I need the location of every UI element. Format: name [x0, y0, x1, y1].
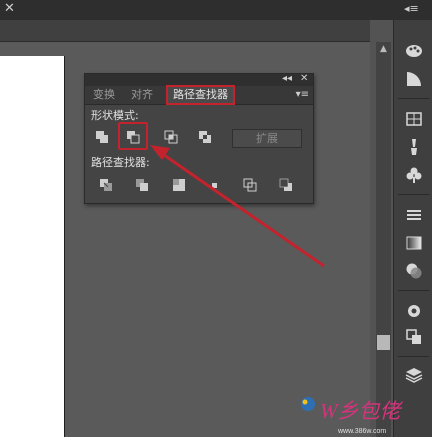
expand-button[interactable]: 扩展 [232, 129, 302, 148]
dock-divider [398, 356, 429, 357]
swatches-icon[interactable] [403, 108, 425, 130]
scroll-thumb[interactable] [377, 335, 390, 350]
document-tab-strip [0, 20, 370, 42]
collapse-icon[interactable]: ◂◂ [282, 73, 292, 85]
intersect-button[interactable] [162, 128, 182, 146]
panel-tab-row: 变换 对齐 路径查找器 ▾≡ [85, 85, 313, 105]
close-icon[interactable]: ✕ [4, 1, 15, 16]
appearance-icon[interactable] [403, 300, 425, 322]
merge-button[interactable] [170, 176, 190, 194]
application-bar: ✕ ◂≡ [0, 0, 432, 20]
exclude-icon [199, 131, 211, 143]
artboard[interactable] [0, 56, 65, 437]
trim-button[interactable] [133, 176, 153, 194]
watermark-url: www.386w.com [337, 428, 386, 435]
crop-button[interactable] [205, 176, 225, 194]
outline-icon [243, 178, 257, 192]
crop-icon [212, 183, 217, 188]
minus-back-button[interactable] [277, 176, 297, 194]
pathfinder-panel: ◂◂ ✕ 变换 对齐 路径查找器 ▾≡ 形状模式: 扩展 路径查找器: [84, 73, 314, 204]
panel-titlebar[interactable]: ◂◂ ✕ [85, 73, 313, 86]
symbols-icon[interactable] [403, 164, 425, 186]
tab-align[interactable]: 对齐 [125, 86, 159, 104]
stroke-icon[interactable] [403, 204, 425, 226]
tab-transform[interactable]: 变换 [87, 86, 121, 104]
gradient-icon[interactable] [403, 232, 425, 254]
shape-modes-label: 形状模式: [91, 109, 139, 122]
pathfinders-label: 路径查找器: [91, 156, 150, 169]
layers-icon[interactable] [403, 364, 425, 386]
intersect-icon [164, 130, 178, 144]
tab-pathfinder[interactable]: 路径查找器 [166, 85, 235, 105]
panel-menu-icon[interactable]: ◂≡ [404, 2, 419, 15]
minus-back-icon [279, 178, 292, 191]
vertical-scrollbar[interactable]: ▲ [376, 42, 391, 437]
graphic-styles-icon[interactable] [403, 326, 425, 348]
palette-icon[interactable] [403, 40, 425, 62]
outline-button[interactable] [241, 176, 261, 194]
divide-icon [100, 179, 112, 191]
unite-icon [96, 131, 108, 143]
highlight-box [118, 122, 148, 150]
scroll-up-arrow-icon[interactable]: ▲ [376, 42, 391, 56]
dock-divider [398, 98, 429, 99]
dock-divider [398, 194, 429, 195]
dock-divider [398, 290, 429, 291]
watermark-logo: W乡包佬 www.386w.com [301, 397, 403, 435]
color-guide-icon[interactable] [403, 68, 425, 90]
panel-options-icon[interactable]: ▾≡ [296, 86, 309, 104]
panel-dock [393, 20, 432, 437]
close-icon[interactable]: ✕ [300, 73, 308, 85]
transparency-icon[interactable] [403, 260, 425, 282]
brushes-icon[interactable] [403, 136, 425, 158]
watermark-text: W乡包佬 [320, 399, 403, 423]
unite-button[interactable] [93, 128, 113, 146]
merge-icon [173, 179, 185, 191]
divide-button[interactable] [97, 176, 117, 194]
trim-icon [136, 179, 148, 191]
exclude-button[interactable] [196, 128, 216, 146]
